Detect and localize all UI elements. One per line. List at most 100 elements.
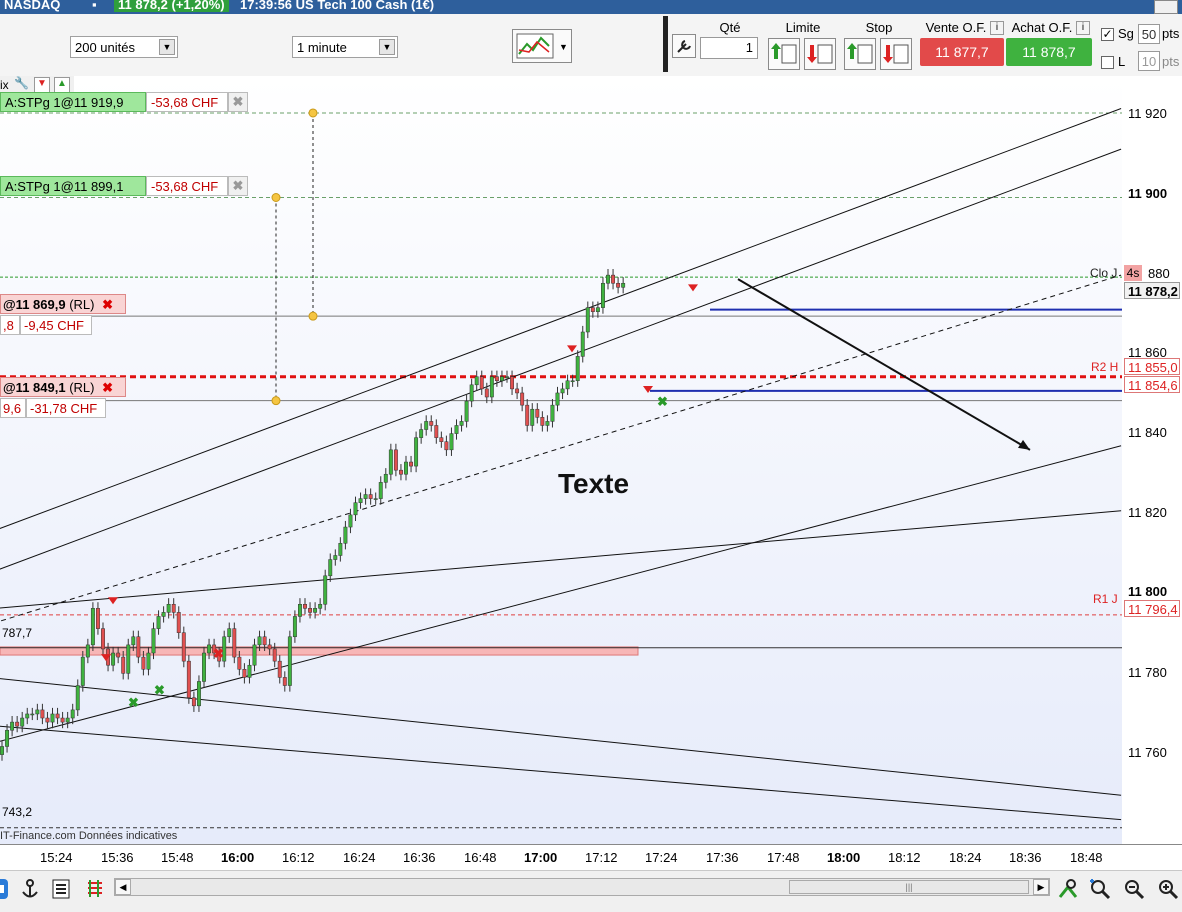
text-annotation[interactable]: Texte [558, 468, 629, 500]
position-label: @11 849,1 [3, 380, 66, 395]
candle-body [555, 392, 560, 406]
x-tick-label: 18:48 [1070, 850, 1103, 865]
stop-order-label: A:STPg 1@11 919,9 [0, 92, 146, 112]
y-tick-label: 11 840 [1128, 425, 1167, 440]
r1-price-box: 11 796,4 [1124, 600, 1180, 617]
price-chart[interactable]: ✖ ✖ ✖ ✖ ix 🔧 ▼ ▲ A:STPg 1@11 919,9 -53,68 C… [0, 76, 1123, 844]
candle-body [621, 282, 626, 288]
candle-body [353, 502, 358, 516]
candle-body [197, 681, 201, 707]
arrow-up-icon[interactable]: ▲ [54, 77, 70, 93]
sg-points-input[interactable]: 50 [1138, 24, 1160, 44]
candle-body [449, 433, 454, 451]
candle-body [257, 636, 262, 646]
scroll-left-icon[interactable]: ◀ [115, 879, 131, 895]
window-subtitle: 17:39:56 US Tech 100 Cash (1€) [240, 0, 435, 12]
candle-body [388, 449, 393, 475]
candle-body [55, 713, 60, 719]
scroll-thumb[interactable]: ||| [789, 880, 1029, 894]
candle-body [308, 608, 313, 613]
candle-body [146, 652, 151, 670]
candle-body [202, 652, 206, 682]
sg-checkbox[interactable]: ✓ [1101, 28, 1114, 41]
close-icon[interactable]: ✖ [228, 176, 248, 196]
candle-body [348, 514, 353, 528]
candle-body [191, 697, 196, 707]
close-icon[interactable]: ✖ [102, 297, 113, 312]
interval-select[interactable]: 1 minute ▼ [292, 36, 398, 58]
candle-body [454, 425, 459, 434]
zoom-auto-icon[interactable] [1088, 877, 1112, 901]
sell-limit-icon [807, 44, 833, 64]
y-tick-label: 11 820 [1128, 505, 1167, 520]
indicators-button[interactable]: ▼ [512, 29, 572, 63]
objects-icon[interactable] [84, 877, 108, 901]
candle-body [303, 604, 307, 609]
l-unit: pts [1162, 54, 1180, 69]
candle-body [156, 616, 161, 629]
x-tick-label: 16:00 [221, 850, 255, 865]
chart-config-icon[interactable] [50, 877, 74, 901]
l-points-input[interactable]: 10 [1138, 51, 1160, 71]
stop-order-1[interactable]: A:STPg 1@11 919,9 -53,68 CHF ✖ [0, 92, 248, 112]
sell-stop-button[interactable] [880, 38, 912, 70]
sell-limit-button[interactable] [804, 38, 836, 70]
zoom-in-icon[interactable] [1156, 877, 1180, 901]
indicators-icon: ▼ [516, 33, 568, 59]
x-tick-label: 17:24 [645, 850, 678, 865]
wrench-icon[interactable]: 🔧 [14, 76, 29, 90]
x-tick-label: 15:36 [101, 850, 134, 865]
candle-body [560, 388, 565, 394]
candle-body [444, 441, 449, 451]
candle-body [550, 404, 555, 422]
zoom-out-icon[interactable] [1122, 877, 1146, 901]
buy-limit-button[interactable] [768, 38, 800, 70]
position-pnl: -31,78 CHF [26, 398, 106, 418]
candle-body [313, 608, 318, 613]
candle-body [343, 526, 348, 544]
qty-input[interactable]: 1 [700, 37, 758, 59]
position-2[interactable]: @11 849,1 (RL) ✖ [0, 377, 126, 397]
candle-body [494, 376, 499, 382]
candle-body [15, 721, 20, 727]
menu-icon[interactable] [1154, 0, 1178, 14]
info-icon[interactable]: i [990, 21, 1004, 35]
zoom-fit-icon[interactable] [1056, 877, 1080, 901]
position-1[interactable]: @11 869,9 (RL) ✖ [0, 294, 126, 314]
scroll-right-icon[interactable]: ▶ [1033, 879, 1049, 895]
x-tick-label: 17:12 [585, 850, 618, 865]
anchor-icon[interactable] [18, 877, 42, 901]
trend-line [0, 510, 1122, 609]
price-axis[interactable]: 11 920 11 900 4s 880 11 878,2 11 860 11 … [1122, 76, 1182, 844]
close-icon[interactable]: ✖ [228, 92, 248, 112]
y-tick-label: 11 780 [1128, 665, 1167, 680]
candle-body [323, 575, 328, 605]
info-icon[interactable]: i [1076, 21, 1090, 35]
arrow-down-icon[interactable]: ▼ [34, 77, 50, 93]
stop-order-2[interactable]: A:STPg 1@11 899,1 -53,68 CHF ✖ [0, 176, 248, 196]
candle-body [35, 709, 40, 715]
units-select[interactable]: 200 unités ▼ [70, 36, 178, 58]
time-scrollbar[interactable]: ◀ ||| ▶ [114, 878, 1050, 896]
candle-body [45, 717, 50, 723]
y-tick-label: 11 800 [1128, 584, 1168, 599]
buy-stop-button[interactable] [844, 38, 876, 70]
l-checkbox[interactable] [1101, 56, 1114, 69]
candle-body [570, 380, 575, 383]
candle-body [595, 307, 600, 312]
candle-body [242, 669, 247, 678]
buy-button[interactable]: 11 878,7 [1006, 38, 1092, 66]
x-tick-label: 18:24 [949, 850, 982, 865]
alert-icon[interactable]: ▪ [92, 0, 97, 12]
trend-line [0, 678, 1122, 796]
candle-body [404, 461, 408, 475]
candle-body [247, 664, 252, 678]
candle-body [318, 604, 323, 609]
sell-button[interactable]: 11 877,7 [920, 38, 1004, 66]
close-icon[interactable]: ✖ [102, 380, 113, 395]
candle-body [151, 628, 156, 654]
candle-body [298, 604, 302, 617]
cursor-icon[interactable] [0, 877, 18, 901]
wrench-button[interactable] [672, 34, 696, 58]
time-axis[interactable]: 15:24 15:36 15:48 16:00 16:12 16:24 16:3… [0, 844, 1182, 871]
